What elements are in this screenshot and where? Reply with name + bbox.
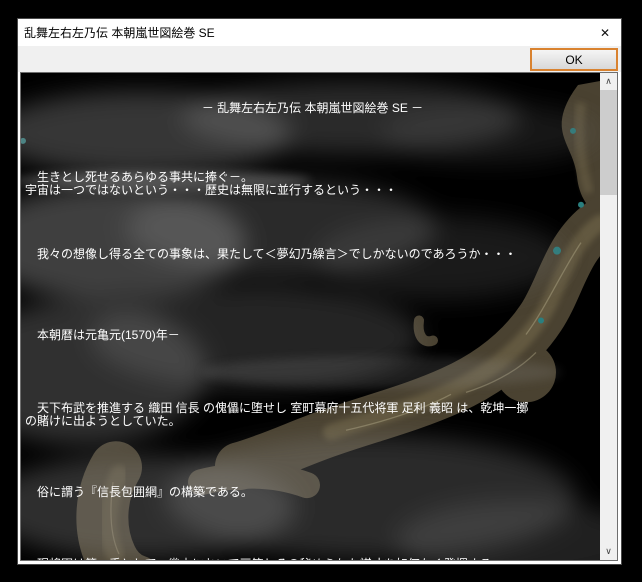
scroll-up-button[interactable]: ∧ bbox=[600, 73, 617, 90]
story-content-area: － 乱舞左右左乃伝 本朝嵐世図絵巻 SE － 生きとし死せるあらゆる事共に捧ぐ－… bbox=[20, 72, 618, 561]
dialog-window: 乱舞左右左乃伝 本朝嵐世図絵巻 SE ✕ OK bbox=[17, 18, 622, 565]
chevron-up-icon: ∧ bbox=[605, 76, 612, 87]
story-heading: － 乱舞左右左乃伝 本朝嵐世図絵巻 SE － bbox=[25, 102, 600, 115]
vertical-scrollbar[interactable]: ∧ ∨ bbox=[600, 73, 617, 560]
story-paragraph: 本朝暦は元亀元(1570)年－ bbox=[25, 329, 600, 342]
close-button[interactable]: ✕ bbox=[589, 19, 621, 46]
story-paragraph: 我々の想像し得る全ての事象は、果たして＜夢幻乃繰言＞でしかないのであろうか・・・ bbox=[25, 248, 600, 261]
scroll-down-button[interactable]: ∨ bbox=[600, 543, 617, 560]
story-paragraph: 俗に謂う『信長包囲網』の構築である。 bbox=[25, 486, 600, 499]
button-strip: OK bbox=[18, 46, 621, 72]
scrollbar-thumb[interactable] bbox=[600, 90, 617, 195]
chevron-down-icon: ∨ bbox=[605, 546, 612, 557]
story-paragraph: 天下布武を推進する 織田 信長 の傀儡に堕せし 室町幕府十五代将軍 足利 義昭 … bbox=[25, 402, 600, 428]
story-text: － 乱舞左右左乃伝 本朝嵐世図絵巻 SE － 生きとし死せるあらゆる事共に捧ぐ－… bbox=[21, 73, 600, 560]
ok-button[interactable]: OK bbox=[530, 48, 618, 71]
story-paragraph: 現将軍は第一手として、畿内において画策しその秘められた謀才を如何なく発揮する。 … bbox=[25, 558, 600, 560]
window-title: 乱舞左右左乃伝 本朝嵐世図絵巻 SE bbox=[18, 24, 589, 41]
map-viewport: － 乱舞左右左乃伝 本朝嵐世図絵巻 SE － 生きとし死せるあらゆる事共に捧ぐ－… bbox=[21, 73, 600, 560]
story-paragraph: 生きとし死せるあらゆる事共に捧ぐ－。 宇宙は一つではないという・・・歴史は無限に… bbox=[25, 171, 600, 197]
close-icon: ✕ bbox=[600, 27, 610, 39]
title-bar: 乱舞左右左乃伝 本朝嵐世図絵巻 SE ✕ bbox=[18, 19, 621, 46]
